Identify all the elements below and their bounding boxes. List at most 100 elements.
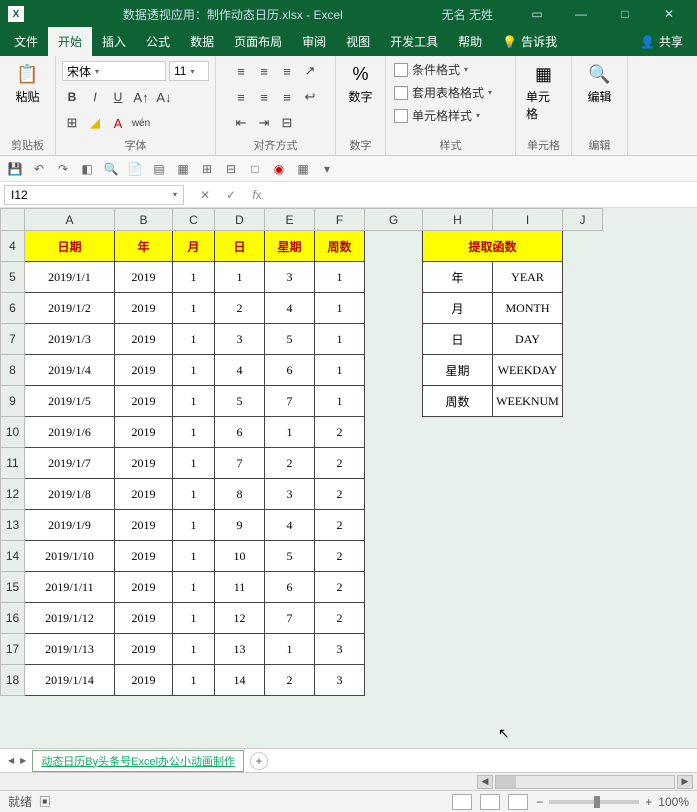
data-cell[interactable]: 2019 — [115, 603, 173, 634]
border-button[interactable]: ⊞ — [62, 113, 82, 133]
data-cell[interactable]: 2019/1/4 — [25, 355, 115, 386]
editing-button[interactable]: 🔍编辑 — [582, 60, 618, 135]
data-cell[interactable]: 4 — [215, 355, 265, 386]
font-size-select[interactable]: 11▾ — [169, 61, 209, 81]
col-header-E[interactable]: E — [265, 209, 315, 231]
close-button[interactable]: ✕ — [649, 4, 689, 24]
data-cell[interactable]: 7 — [265, 386, 315, 417]
cell-style-button[interactable]: 单元格样式▾ — [392, 106, 482, 125]
row-header-5[interactable]: 5 — [1, 262, 25, 293]
ribbon-display-button[interactable]: ▭ — [517, 4, 557, 24]
tab-data[interactable]: 数据 — [180, 27, 224, 56]
data-cell[interactable]: 1 — [265, 634, 315, 665]
row-header-10[interactable]: 10 — [1, 417, 25, 448]
row-header-9[interactable]: 9 — [1, 386, 25, 417]
qat-btn-4[interactable]: ▤ — [150, 160, 168, 178]
data-cell[interactable]: 6 — [265, 355, 315, 386]
table-header[interactable]: 月 — [173, 231, 215, 262]
data-cell[interactable]: 2019 — [115, 386, 173, 417]
data-cell[interactable]: 1 — [173, 634, 215, 665]
data-cell[interactable]: 2019 — [115, 324, 173, 355]
data-cell[interactable]: 2019 — [115, 293, 173, 324]
zoom-out-button[interactable]: − — [536, 795, 543, 809]
qat-btn-1[interactable]: ◧ — [78, 160, 96, 178]
data-cell[interactable]: 1 — [315, 293, 365, 324]
lookup-func[interactable]: YEAR — [493, 262, 563, 293]
data-cell[interactable]: 2019/1/7 — [25, 448, 115, 479]
data-cell[interactable]: 1 — [173, 665, 215, 696]
macro-record-icon[interactable]: ▣ — [39, 795, 51, 809]
lookup-func[interactable]: WEEKDAY — [493, 355, 563, 386]
scroll-left-button[interactable]: ◀ — [477, 775, 493, 789]
row-header-11[interactable]: 11 — [1, 448, 25, 479]
col-header-D[interactable]: D — [215, 209, 265, 231]
data-cell[interactable]: 2019 — [115, 262, 173, 293]
align-right-button[interactable]: ≡ — [277, 87, 297, 107]
indent-inc-button[interactable]: ⇥ — [254, 113, 274, 133]
data-cell[interactable]: 1 — [215, 262, 265, 293]
number-format-button[interactable]: %数字 — [343, 60, 379, 135]
data-cell[interactable]: 1 — [173, 324, 215, 355]
data-cell[interactable]: 2019/1/8 — [25, 479, 115, 510]
lookup-label[interactable]: 周数 — [423, 386, 493, 417]
data-cell[interactable]: 5 — [265, 541, 315, 572]
scroll-thumb[interactable] — [496, 776, 516, 788]
data-cell[interactable]: 2019/1/12 — [25, 603, 115, 634]
data-cell[interactable]: 2019/1/9 — [25, 510, 115, 541]
align-bot-button[interactable]: ≡ — [277, 61, 297, 81]
data-cell[interactable]: 1 — [315, 355, 365, 386]
data-cell[interactable]: 12 — [215, 603, 265, 634]
align-mid-button[interactable]: ≡ — [254, 61, 274, 81]
data-cell[interactable]: 1 — [173, 603, 215, 634]
horizontal-scrollbar[interactable]: ◀ ▶ — [0, 772, 697, 790]
table-format-button[interactable]: 套用表格格式▾ — [392, 83, 494, 102]
data-cell[interactable]: 9 — [215, 510, 265, 541]
view-normal-button[interactable] — [452, 794, 472, 810]
col-header-A[interactable]: A — [25, 209, 115, 231]
formula-input[interactable] — [274, 185, 689, 205]
row-header-13[interactable]: 13 — [1, 510, 25, 541]
zoom-in-button[interactable]: + — [645, 795, 652, 809]
data-cell[interactable]: 2019 — [115, 510, 173, 541]
data-cell[interactable]: 1 — [315, 324, 365, 355]
maximize-button[interactable]: □ — [605, 4, 645, 24]
data-cell[interactable]: 2019/1/1 — [25, 262, 115, 293]
lookup-func[interactable]: MONTH — [493, 293, 563, 324]
data-cell[interactable]: 1 — [173, 479, 215, 510]
lookup-label[interactable]: 年 — [423, 262, 493, 293]
lookup-header[interactable]: 提取函数 — [423, 231, 563, 262]
row-header-14[interactable]: 14 — [1, 541, 25, 572]
data-cell[interactable]: 1 — [173, 541, 215, 572]
data-cell[interactable]: 2 — [265, 448, 315, 479]
row-header-8[interactable]: 8 — [1, 355, 25, 386]
data-cell[interactable]: 4 — [265, 293, 315, 324]
data-cell[interactable]: 1 — [173, 510, 215, 541]
data-cell[interactable]: 2 — [315, 448, 365, 479]
data-cell[interactable]: 2019 — [115, 634, 173, 665]
sheet-nav-prev[interactable]: ◀ — [8, 756, 14, 765]
data-cell[interactable]: 2 — [265, 665, 315, 696]
tab-insert[interactable]: 插入 — [92, 27, 136, 56]
qat-btn-9[interactable]: ◉ — [270, 160, 288, 178]
data-cell[interactable]: 8 — [215, 479, 265, 510]
orientation-button[interactable]: ↗ — [300, 61, 320, 81]
data-cell[interactable]: 1 — [315, 386, 365, 417]
font-grow-button[interactable]: A↑ — [131, 87, 151, 107]
phonetic-button[interactable]: wén — [131, 113, 151, 133]
table-header[interactable]: 周数 — [315, 231, 365, 262]
tab-view[interactable]: 视图 — [336, 27, 380, 56]
data-cell[interactable]: 2019 — [115, 448, 173, 479]
font-shrink-button[interactable]: A↓ — [154, 87, 174, 107]
view-layout-button[interactable] — [480, 794, 500, 810]
data-cell[interactable]: 2 — [315, 417, 365, 448]
lookup-label[interactable]: 月 — [423, 293, 493, 324]
lookup-label[interactable]: 星期 — [423, 355, 493, 386]
col-header-I[interactable]: I — [493, 209, 563, 231]
data-cell[interactable]: 7 — [215, 448, 265, 479]
data-cell[interactable]: 6 — [265, 572, 315, 603]
qat-btn-6[interactable]: ⊞ — [198, 160, 216, 178]
data-cell[interactable]: 5 — [265, 324, 315, 355]
data-cell[interactable]: 4 — [265, 510, 315, 541]
col-header-J[interactable]: J — [563, 209, 603, 231]
table-header[interactable]: 星期 — [265, 231, 315, 262]
